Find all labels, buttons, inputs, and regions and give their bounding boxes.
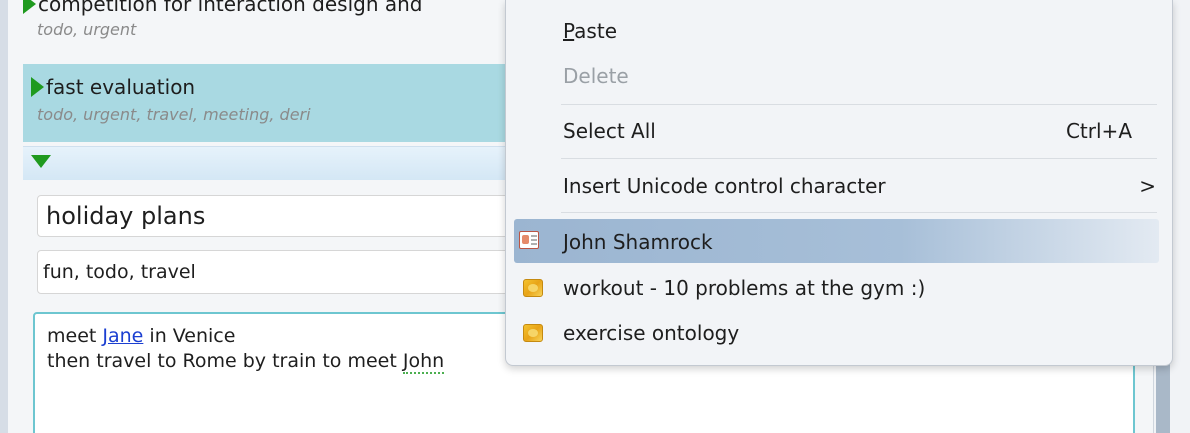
suggested-entity-john[interactable]: John bbox=[402, 350, 445, 374]
menu-item-label: Insert Unicode control character bbox=[563, 174, 886, 198]
menu-item-label: Paste bbox=[563, 19, 617, 43]
note-title: fast evaluation bbox=[23, 64, 513, 104]
menu-separator bbox=[561, 212, 1157, 213]
contact-card-icon bbox=[519, 231, 539, 249]
menu-item-exercise-ontology[interactable]: exercise ontology bbox=[506, 310, 1172, 356]
menu-separator bbox=[561, 158, 1157, 159]
collapsed-arrow-icon[interactable] bbox=[23, 0, 36, 14]
person-link-jane[interactable]: Jane bbox=[102, 325, 143, 347]
note-tags: todo, urgent, travel, meeting, deri bbox=[37, 105, 311, 124]
menu-separator bbox=[561, 104, 1157, 105]
menu-item-delete: Delete bbox=[506, 53, 1172, 99]
menu-item-label: workout - 10 problems at the gym :) bbox=[563, 276, 926, 300]
note-list-item-selected[interactable]: fast evaluation todo, urgent, travel, me… bbox=[23, 64, 513, 142]
note-title-field[interactable]: holiday plans bbox=[37, 195, 517, 237]
menu-item-workout[interactable]: workout - 10 problems at the gym :) bbox=[506, 265, 1172, 311]
menu-item-label: Delete bbox=[563, 64, 629, 88]
context-menu: Paste Delete Select All Ctrl+A Insert Un… bbox=[505, 0, 1173, 366]
note-title: competition for interaction design and bbox=[23, 0, 513, 18]
menu-item-shortcut: Ctrl+A bbox=[1065, 119, 1132, 143]
expanded-arrow-icon[interactable] bbox=[31, 155, 51, 168]
window-left-edge bbox=[0, 0, 8, 433]
menu-item-label: exercise ontology bbox=[563, 321, 740, 345]
submenu-arrow-icon: > bbox=[1139, 174, 1156, 198]
note-icon bbox=[523, 279, 543, 297]
menu-item-label: John Shamrock bbox=[563, 230, 713, 254]
menu-item-label: Select All bbox=[563, 119, 656, 143]
note-list-item[interactable]: competition for interaction design and t… bbox=[23, 0, 513, 54]
note-tags-field[interactable]: fun, todo, travel bbox=[37, 250, 517, 294]
collapsed-arrow-icon[interactable] bbox=[31, 77, 44, 97]
menu-item-select-all[interactable]: Select All Ctrl+A bbox=[506, 108, 1172, 154]
menu-item-paste[interactable]: Paste bbox=[506, 8, 1172, 54]
menu-item-john-shamrock[interactable]: John Shamrock bbox=[514, 219, 1159, 263]
expanded-note-header[interactable] bbox=[23, 146, 513, 180]
note-icon bbox=[523, 324, 543, 342]
note-tags: todo, urgent bbox=[37, 20, 137, 39]
menu-item-insert-unicode[interactable]: Insert Unicode control character > bbox=[506, 163, 1172, 209]
